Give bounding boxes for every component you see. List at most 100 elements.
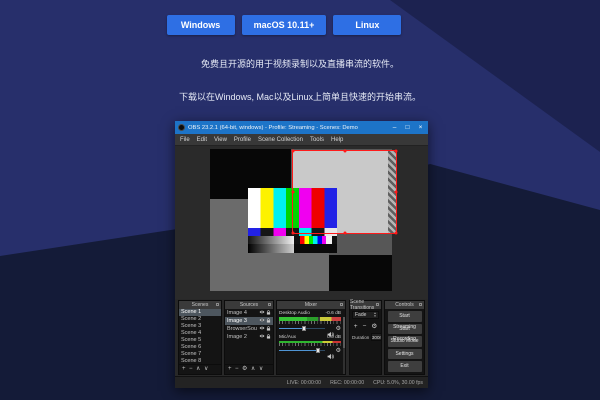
move-up-icon[interactable]: ∧ [196,365,200,374]
scene-item-scene-8[interactable]: Scene 8 [179,358,221,364]
menu-item-help[interactable]: Help [331,137,343,143]
dock-pin-icon[interactable] [419,303,422,306]
close-button[interactable]: × [414,121,427,134]
properties-icon[interactable]: ⚙ [242,365,247,374]
selection-handle[interactable] [343,232,346,235]
controls-buttons: Start StreamingStart RecordingStudio Mod… [385,309,424,374]
visibility-eye-icon[interactable] [259,326,265,332]
download-buttons: Windows macOS 10.11+ Linux [0,15,584,35]
status-cpu: CPU: 5.0%, 30.00 fps [373,380,423,386]
sources-dock: Sources Image 4Image 3BrowserSourceImage… [224,300,274,375]
preview-area[interactable] [175,146,428,300]
exit-button[interactable]: Exit [388,361,422,372]
combo-spinner-icon[interactable]: ▴▾ [372,312,378,318]
dock-pin-icon[interactable] [376,303,379,306]
speaker-icon[interactable] [327,347,334,354]
selection-handle[interactable] [292,150,295,153]
visibility-eye-icon[interactable] [259,318,265,324]
meter-tick-scale [279,343,341,346]
scene-item-scene-6[interactable]: Scene 6 [179,344,221,351]
scene-rect-black-bottomright [329,255,392,291]
mixer-channel-level: -0.6 dB [326,311,341,316]
source-row-image-2[interactable]: Image 2 [225,333,273,341]
download-button-linux[interactable]: Linux [333,15,401,35]
volume-slider[interactable] [279,325,325,332]
selection-handle[interactable] [343,150,346,153]
slider-handle[interactable] [316,348,320,354]
selection-handle[interactable] [292,191,295,194]
lock-icon[interactable] [266,326,271,333]
volume-slider-row: ⚙ [279,347,341,354]
status-live: LIVE: 00:00:00 [287,380,321,386]
source-row-browsersource[interactable]: BrowserSource [225,325,273,333]
dock-area: Scenes Scene 1Scene 2Scene 3Scene 4Scene… [175,299,428,376]
transition-buttons: +−⚙ [352,322,379,331]
download-button-macos-10-11[interactable]: macOS 10.11+ [242,15,327,35]
source-row-image-3[interactable]: Image 3 [225,317,273,325]
menu-item-view[interactable]: View [214,137,227,143]
add-icon[interactable]: + [182,365,186,374]
scene-item-scene-4[interactable]: Scene 4 [179,330,221,337]
scene-item-scene-5[interactable]: Scene 5 [179,337,221,344]
meter-tick-scale [279,321,341,324]
remove-icon[interactable]: − [235,365,239,374]
transition-add-icon[interactable]: + [354,322,358,331]
selection-handle[interactable] [395,150,398,153]
controls-dock-title: Controls [395,302,414,308]
transition-remove-icon[interactable]: − [363,322,367,331]
mixer-channel-header: Mic/Aux 0.0 dB [279,335,341,340]
menu-item-edit[interactable]: Edit [197,137,207,143]
sources-toolbar: +−⚙ ∧ ∨ [225,364,273,374]
lock-icon[interactable] [266,334,271,341]
visibility-eye-icon[interactable] [259,334,265,340]
dock-pin-icon[interactable] [268,303,271,306]
duration-field[interactable]: 300ms ▴▾ [371,333,381,341]
scene-item-scene-2[interactable]: Scene 2 [179,316,221,323]
start-streaming-button[interactable]: Start Streaming [388,311,422,322]
minimize-button[interactable]: – [388,121,401,134]
move-down-icon[interactable]: ∨ [204,365,208,374]
source-row-image-4[interactable]: Image 4 [225,309,273,317]
dock-pin-icon[interactable] [340,303,343,306]
source-name: BrowserSource [227,326,257,332]
lock-icon[interactable] [266,310,271,317]
menu-item-file[interactable]: File [180,137,190,143]
selection-handle[interactable] [395,191,398,194]
move-down-icon[interactable]: ∨ [259,365,263,374]
speaker-icon[interactable] [327,325,334,332]
menu-item-tools[interactable]: Tools [310,137,324,143]
volume-slider[interactable] [279,347,325,354]
smpte-bottom-row [248,244,337,253]
scene-item-scene-3[interactable]: Scene 3 [179,323,221,330]
download-button-windows[interactable]: Windows [167,15,235,35]
settings-button[interactable]: Settings [388,349,422,360]
move-up-icon[interactable]: ∧ [251,365,255,374]
volume-slider-row: ⚙ [279,325,341,332]
add-icon[interactable]: + [228,365,232,374]
mixer-dock-title: Mixer [305,302,317,308]
dock-pin-icon[interactable] [216,303,219,306]
maximize-button[interactable]: □ [401,121,414,134]
slider-handle[interactable] [302,326,306,332]
visibility-eye-icon[interactable] [259,310,265,316]
menu-item-scene-collection[interactable]: Scene Collection [258,137,303,143]
mixer-channel-header: Desktop Audio-0.6 dB [279,311,341,316]
selection-outline[interactable] [292,150,397,234]
studio-mode-button[interactable]: Studio Mode [388,336,422,347]
scene-item-scene-1[interactable]: Scene 1 [179,309,221,316]
mixer-scrollbar[interactable] [343,317,345,374]
transition-properties-icon[interactable]: ⚙ [371,322,377,331]
mixer-channel-name: Mic/Aux [279,335,296,340]
remove-icon[interactable]: − [189,365,193,374]
lock-icon[interactable] [266,318,271,325]
gear-icon[interactable]: ⚙ [336,326,341,332]
mixer-channel-level: 0.0 dB [327,335,341,340]
selection-handle[interactable] [292,232,295,235]
menu-item-profile[interactable]: Profile [234,137,251,143]
selection-handle[interactable] [395,232,398,235]
gear-icon[interactable]: ⚙ [336,348,341,354]
scene-item-scene-7[interactable]: Scene 7 [179,351,221,358]
tagline-line1: 免费且开源的用于视频录制以及直播串流的软件。 [0,57,600,70]
scenes-list: Scene 1Scene 2Scene 3Scene 4Scene 5Scene… [179,309,221,364]
transition-select[interactable]: Fade ▴▾ [352,311,379,319]
